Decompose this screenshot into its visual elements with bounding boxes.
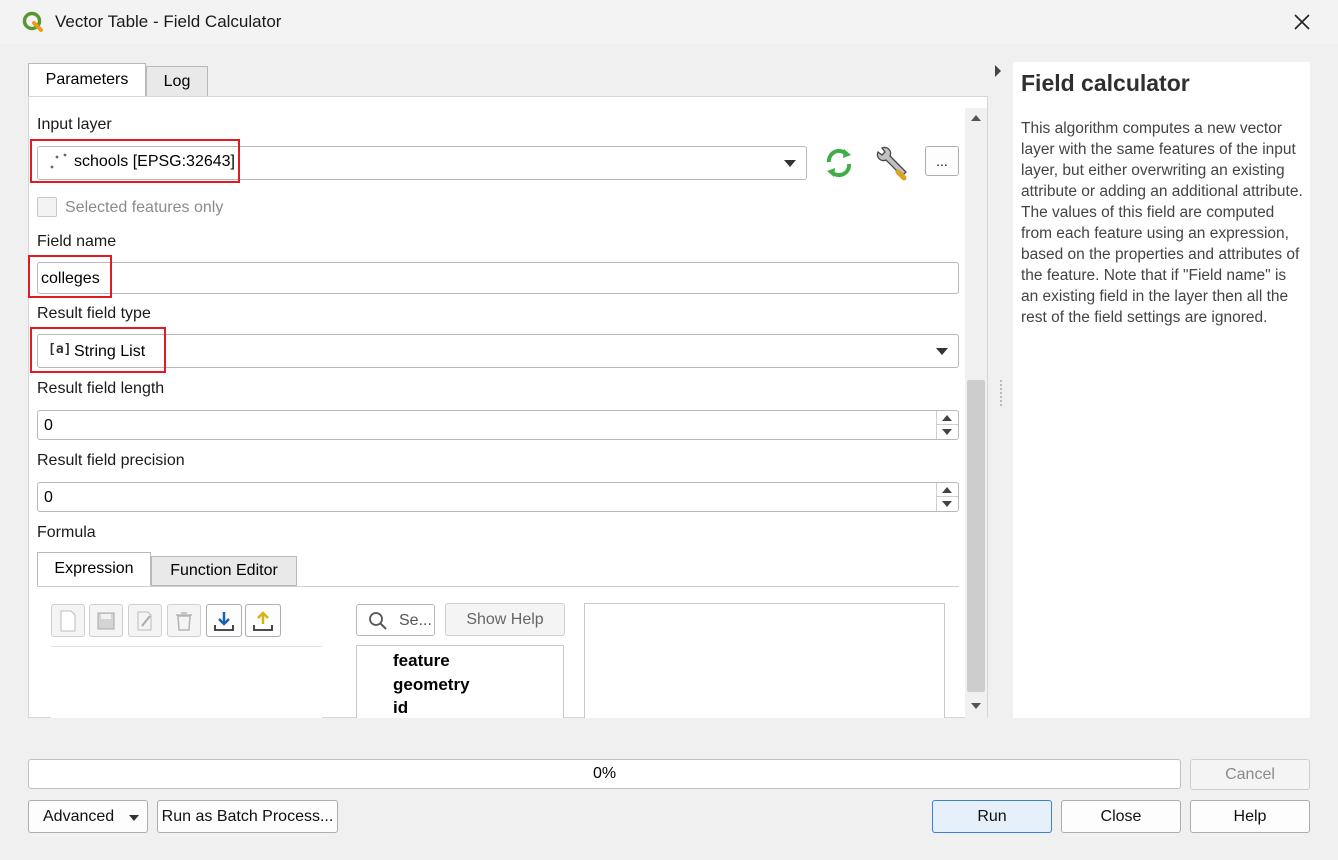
qgis-logo-icon — [22, 11, 43, 32]
chevron-down-icon — [129, 815, 139, 821]
cancel-button[interactable]: Cancel — [1190, 759, 1310, 790]
chevron-down-icon — [784, 160, 796, 167]
delete-expression-button[interactable] — [167, 604, 201, 637]
scrollbar-thumb[interactable] — [967, 380, 985, 692]
panel-bottom-edge — [28, 718, 988, 738]
help-description: This algorithm computes a new vector lay… — [1021, 120, 1303, 326]
input-layer-label: Input layer — [37, 116, 112, 133]
function-search-placeholder: Se... — [399, 612, 432, 629]
result-length-label: Result field length — [37, 380, 165, 397]
result-precision-value: 0 — [44, 489, 53, 506]
result-precision-label: Result field precision — [37, 452, 185, 469]
tab-parameters[interactable]: Parameters — [28, 63, 146, 97]
import-icon — [214, 611, 234, 631]
function-list[interactable]: feature geometry id — [356, 645, 564, 725]
progress-text: 0% — [592, 765, 617, 782]
help-label: Help — [1233, 807, 1267, 825]
precision-increment-button[interactable] — [937, 483, 958, 497]
function-group-feature[interactable]: feature — [393, 651, 450, 671]
expression-editor[interactable] — [51, 646, 322, 718]
import-expressions-button[interactable] — [206, 604, 242, 637]
selected-only-label: Selected features only — [65, 199, 224, 216]
formula-tab-divider — [37, 586, 959, 587]
export-icon — [253, 610, 273, 631]
new-expression-button[interactable] — [51, 604, 85, 637]
result-type-combo[interactable] — [37, 334, 959, 368]
close-button[interactable]: Close — [1061, 800, 1181, 833]
result-precision-spinbox[interactable] — [37, 482, 959, 512]
tab-function-editor[interactable]: Function Editor — [151, 556, 297, 586]
show-help-button[interactable]: Show Help — [445, 603, 565, 636]
close-window-icon[interactable] — [1290, 10, 1314, 34]
cancel-label: Cancel — [1225, 765, 1275, 783]
save-icon — [97, 612, 115, 629]
precision-decrement-button[interactable] — [937, 497, 958, 511]
progress-bar: 0% — [28, 759, 1181, 789]
result-type-label: Result field type — [37, 305, 151, 322]
highlight-result-type — [30, 327, 166, 373]
help-button[interactable]: Help — [1190, 800, 1310, 833]
new-file-icon — [60, 610, 76, 631]
advanced-label: Advanced — [43, 807, 115, 825]
show-help-label: Show Help — [466, 610, 544, 628]
scroll-up-icon[interactable] — [969, 112, 983, 124]
collapse-help-icon[interactable] — [992, 64, 1004, 78]
selected-only-checkbox[interactable] — [37, 197, 57, 217]
iterate-refresh-icon[interactable] — [820, 146, 858, 180]
advanced-button[interactable]: Advanced — [28, 800, 148, 833]
close-label: Close — [1100, 807, 1142, 825]
chevron-down-icon — [936, 348, 948, 355]
formula-label: Formula — [37, 524, 96, 541]
result-length-value: 0 — [44, 417, 53, 434]
result-length-spinbox[interactable] — [37, 410, 959, 440]
edit-icon — [137, 611, 152, 630]
run-batch-button[interactable]: Run as Batch Process... — [157, 800, 338, 833]
help-title: Field calculator — [1021, 70, 1190, 96]
run-button[interactable]: Run — [932, 800, 1052, 833]
run-label: Run — [977, 807, 1007, 825]
search-icon — [369, 612, 387, 630]
run-batch-label: Run as Batch Process... — [161, 807, 334, 825]
window-title: Vector Table - Field Calculator — [55, 12, 282, 31]
highlight-input-layer — [30, 139, 240, 183]
tab-log[interactable]: Log — [146, 66, 208, 97]
length-increment-button[interactable] — [937, 411, 958, 425]
highlight-field-name — [28, 255, 112, 298]
edit-expression-button[interactable] — [128, 604, 162, 637]
length-decrement-button[interactable] — [937, 425, 958, 439]
more-options-label: ... — [936, 153, 948, 169]
more-options-button[interactable]: ... — [925, 146, 959, 176]
function-group-geometry[interactable]: geometry — [393, 675, 470, 695]
function-help-panel — [584, 603, 945, 725]
save-expression-button[interactable] — [89, 604, 123, 637]
splitter-handle[interactable] — [1000, 380, 1003, 406]
function-group-id[interactable]: id — [393, 698, 408, 718]
export-expressions-button[interactable] — [245, 604, 281, 637]
scroll-down-icon[interactable] — [969, 700, 983, 712]
length-spin-buttons[interactable] — [936, 411, 958, 439]
tab-expression[interactable]: Expression — [37, 552, 151, 586]
field-name-label: Field name — [37, 233, 117, 250]
precision-spin-buttons[interactable] — [936, 483, 958, 511]
wrench-icon[interactable] — [872, 144, 912, 182]
trash-icon — [176, 611, 192, 631]
field-name-input[interactable] — [37, 262, 959, 294]
